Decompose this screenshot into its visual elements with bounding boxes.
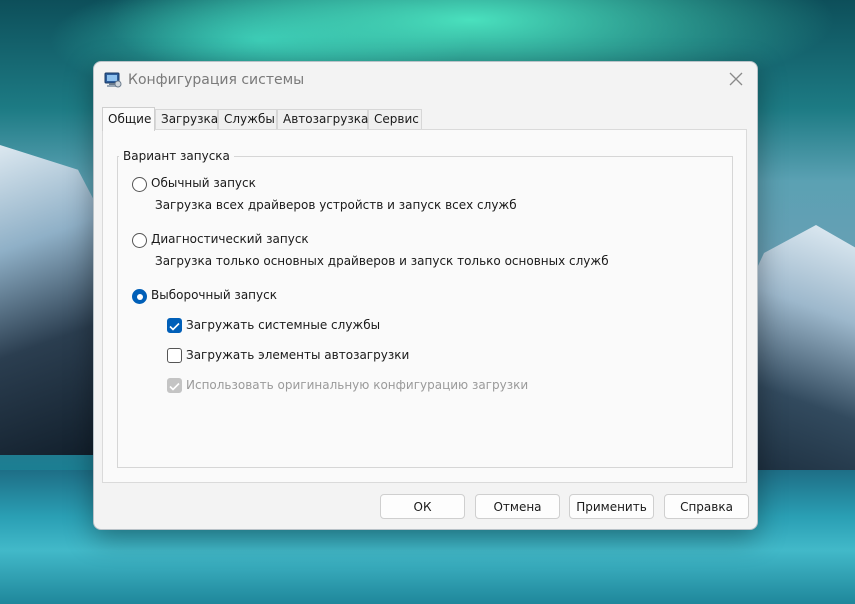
use-original-boot-config-label: Использовать оригинальную конфигурацию з… <box>186 378 529 392</box>
title-bar[interactable]: Конфигурация системы <box>94 62 757 100</box>
normal-startup-label[interactable]: Обычный запуск <box>151 176 256 190</box>
checkmark-icon <box>169 316 180 335</box>
tab-services[interactable]: Службы <box>218 109 277 129</box>
normal-startup-description: Загрузка всех драйверов устройств и запу… <box>155 198 517 212</box>
close-button[interactable] <box>715 62 757 98</box>
load-startup-items-checkbox[interactable] <box>167 348 182 363</box>
apply-button[interactable]: Применить <box>569 494 654 519</box>
general-tab-panel: Вариант запуска Обычный запуск Загрузка … <box>102 129 747 483</box>
diagnostic-startup-radio[interactable] <box>132 233 147 248</box>
msconfig-icon <box>104 71 122 89</box>
close-icon <box>729 71 743 90</box>
selective-startup-radio[interactable] <box>132 289 147 304</box>
use-original-boot-config-checkbox <box>167 378 182 393</box>
load-startup-items-label[interactable]: Загружать элементы автозагрузки <box>186 348 409 362</box>
diagnostic-startup-description: Загрузка только основных драйверов и зап… <box>155 254 609 268</box>
ok-button[interactable]: ОК <box>380 494 465 519</box>
load-system-services-checkbox[interactable] <box>167 318 182 333</box>
cancel-button[interactable]: Отмена <box>475 494 560 519</box>
normal-startup-radio[interactable] <box>132 177 147 192</box>
window-title: Конфигурация системы <box>128 72 305 88</box>
diagnostic-startup-label[interactable]: Диагностический запуск <box>151 232 309 246</box>
load-system-services-label[interactable]: Загружать системные службы <box>186 318 380 332</box>
tab-general[interactable]: Общие <box>102 107 155 131</box>
checkmark-icon <box>169 376 180 395</box>
tab-tools[interactable]: Сервис <box>368 109 422 129</box>
tab-boot[interactable]: Загрузка <box>155 109 218 129</box>
help-button[interactable]: Справка <box>664 494 749 519</box>
startup-selection-legend: Вариант запуска <box>119 149 234 163</box>
selective-startup-label[interactable]: Выборочный запуск <box>151 288 277 302</box>
system-configuration-dialog: Конфигурация системы Общие Загрузка Служ… <box>93 61 758 530</box>
tab-startup[interactable]: Автозагрузка <box>277 109 368 129</box>
